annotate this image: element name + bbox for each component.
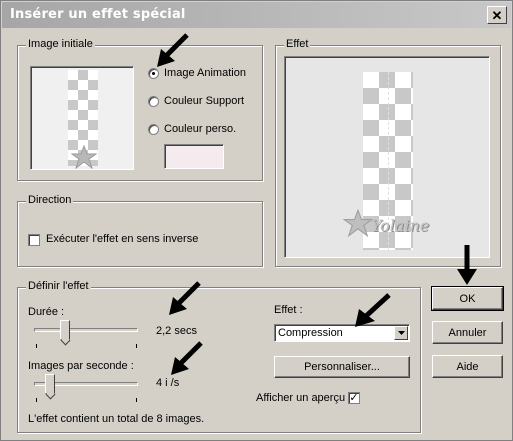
- direction-legend: Direction: [26, 194, 74, 206]
- duree-value: 2,2 secs: [156, 325, 197, 337]
- image-initiale-legend: Image initiale: [26, 38, 95, 50]
- radio-couleur-perso-label: Couleur perso.: [164, 123, 237, 135]
- chevron-down-icon: [397, 331, 405, 335]
- personnaliser-button-label: Personnaliser...: [304, 361, 380, 373]
- aide-button[interactable]: Aide: [432, 355, 503, 378]
- fps-slider-thumb[interactable]: [45, 374, 56, 394]
- effet-type-value: Compression: [278, 327, 343, 339]
- radio-couleur-support-label: Couleur Support: [164, 95, 245, 107]
- initial-image-preview: [30, 66, 134, 170]
- title-bar[interactable]: Insérer un effet spécial ✕: [2, 2, 511, 28]
- fps-label: Images par seconde :: [28, 360, 134, 372]
- annuler-button[interactable]: Annuler: [432, 321, 503, 344]
- star-icon: [343, 209, 373, 237]
- arrow-pointer-icon: [157, 33, 189, 67]
- reverse-checkbox-label: Exécuter l'effet en sens inverse: [46, 233, 199, 245]
- duree-slider[interactable]: [32, 320, 140, 348]
- close-icon: ✕: [491, 7, 503, 23]
- radio-couleur-perso[interactable]: [148, 124, 159, 135]
- image-initiale-group: Image initiale Image Animation Couleur S…: [17, 38, 263, 181]
- arrow-pointer-icon: [457, 245, 477, 285]
- duree-label: Durée :: [28, 306, 65, 318]
- arrow-pointer-icon: [169, 281, 201, 315]
- effet-preview-group: Effet Yolaine: [275, 38, 501, 267]
- custom-color-swatch[interactable]: [164, 144, 224, 169]
- preview-watermark: Yolaine: [371, 216, 430, 235]
- slider-tick: [136, 398, 137, 402]
- slider-tick: [36, 344, 37, 348]
- ok-button[interactable]: OK: [431, 286, 504, 311]
- arrow-pointer-icon: [355, 293, 391, 327]
- duree-slider-track: [34, 328, 138, 332]
- annuler-button-label: Annuler: [448, 326, 487, 339]
- star-icon: [71, 145, 97, 169]
- dialog-window: Insérer un effet spécial ✕ Image initial…: [0, 0, 513, 441]
- duree-slider-thumb[interactable]: [60, 320, 71, 340]
- direction-group: Direction Exécuter l'effet en sens inver…: [17, 194, 263, 267]
- apercu-checkbox[interactable]: ✓: [348, 392, 360, 404]
- slider-tick: [36, 398, 37, 402]
- apercu-label: Afficher un aperçu: [256, 392, 346, 404]
- effet-preview-legend: Effet: [284, 38, 311, 50]
- ok-button-label: OK: [459, 292, 476, 305]
- check-icon: ✓: [349, 392, 359, 404]
- effect-preview-area: Yolaine: [284, 56, 490, 258]
- slider-tick: [136, 344, 137, 348]
- arrow-pointer-icon: [171, 341, 203, 375]
- radio-couleur-support[interactable]: [148, 96, 159, 107]
- window-title: Insérer un effet spécial: [10, 7, 186, 22]
- effet-type-label: Effet :: [274, 304, 303, 316]
- dropdown-button[interactable]: [394, 326, 408, 340]
- close-button[interactable]: ✕: [487, 6, 507, 24]
- aide-button-label: Aide: [456, 360, 479, 373]
- personnaliser-button[interactable]: Personnaliser...: [274, 356, 410, 378]
- definir-legend: Définir l'effet: [26, 280, 91, 292]
- total-images-text: L'effet contient un total de 8 images.: [28, 413, 205, 425]
- fps-slider[interactable]: [32, 374, 140, 402]
- reverse-checkbox[interactable]: [28, 234, 40, 246]
